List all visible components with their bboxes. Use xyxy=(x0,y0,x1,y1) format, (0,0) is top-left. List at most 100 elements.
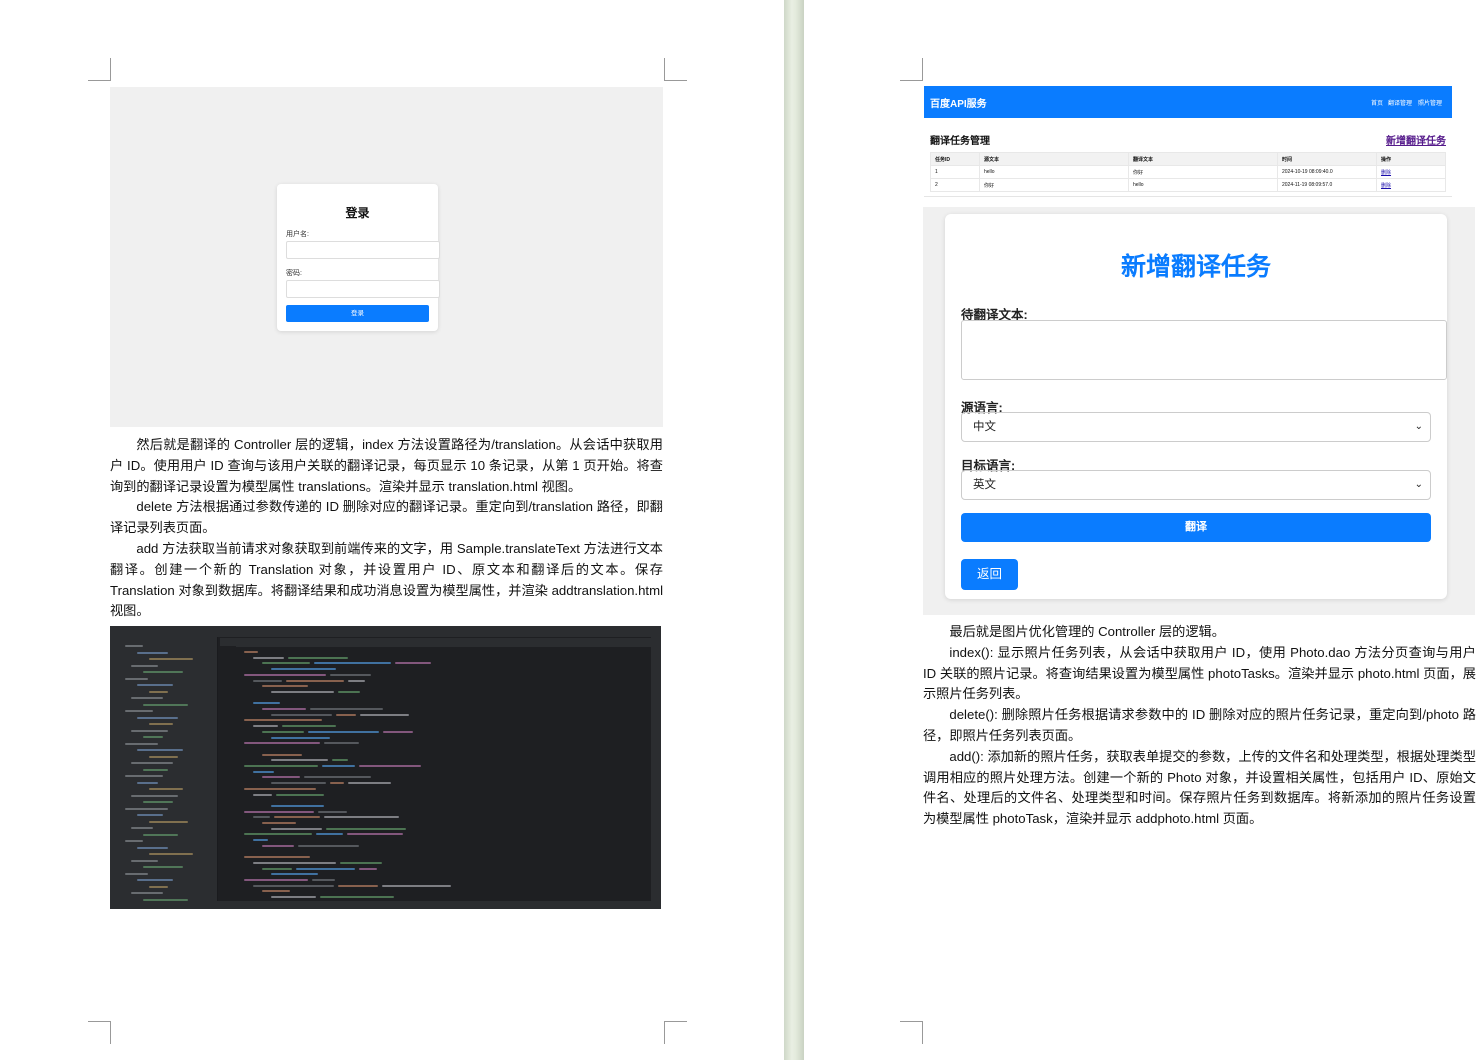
code-line xyxy=(282,725,336,728)
back-button: 返回 xyxy=(961,559,1018,590)
code-line xyxy=(262,867,292,870)
code-line xyxy=(322,765,355,767)
code-line xyxy=(262,776,300,779)
code-line xyxy=(262,890,290,893)
table-cell: hello xyxy=(979,165,1129,179)
table-row: 2 你好 hello 2024-11-19 08:09:57.0 删除 xyxy=(930,178,1446,192)
tree-line xyxy=(137,684,173,686)
tree-line xyxy=(143,801,173,803)
table-cell: 2024-10-19 08:09:40.0 xyxy=(1277,165,1377,179)
paragraph: delete 方法根据通过参数传递的 ID 删除对应的翻译记录。重定向到/tra… xyxy=(110,499,663,536)
paragraph: add(): 添加新的照片任务，获取表单提交的参数，上传的文件名和处理类型，根据… xyxy=(923,748,1476,827)
code-line xyxy=(271,896,316,899)
tree-line xyxy=(137,846,168,849)
code-line xyxy=(276,793,324,796)
code-line xyxy=(271,713,332,716)
tree-line xyxy=(131,794,178,797)
table-cell: 2024-11-19 08:09:57.0 xyxy=(1277,178,1377,192)
target-language-select: 英文 ⌄ xyxy=(961,470,1431,500)
ide-statusbar xyxy=(110,901,661,909)
code-line xyxy=(271,827,322,830)
code-line xyxy=(359,867,377,870)
code-line xyxy=(274,816,320,819)
tree-line xyxy=(149,788,183,790)
code-line xyxy=(271,873,318,876)
code-line xyxy=(316,833,343,836)
code-line xyxy=(324,816,399,819)
code-line xyxy=(395,662,431,665)
code-line xyxy=(312,879,335,881)
tree-line xyxy=(137,814,163,816)
login-screenshot: 登录 用户名: 密码: 登录 xyxy=(110,87,663,427)
code-line xyxy=(324,742,359,745)
code-line xyxy=(271,759,328,762)
crop-mark xyxy=(88,1021,111,1044)
tree-line xyxy=(143,671,183,673)
code-line xyxy=(288,656,348,659)
translation-list-screenshot: 百度API服务 首页 翻译管理 照片管理 翻译任务管理 新增翻译任务 任务ID … xyxy=(924,86,1452,197)
tree-line xyxy=(143,703,188,706)
code-line xyxy=(330,782,344,785)
code-line xyxy=(382,884,451,887)
table-cell: hello xyxy=(1128,178,1278,192)
body-text-left: 然后就是翻译的 Controller 层的逻辑，index 方法设置路径为/tr… xyxy=(110,435,663,622)
tree-line xyxy=(125,677,148,680)
code-line xyxy=(244,833,312,836)
body-text-right: 最后就是图片优化管理的 Controller 层的逻辑。 index(): 显示… xyxy=(923,622,1476,830)
translate-button: 翻译 xyxy=(961,513,1431,542)
tree-line xyxy=(137,716,178,719)
code-line xyxy=(244,810,314,813)
crop-mark xyxy=(900,1021,923,1044)
table-cell: 你好 xyxy=(979,178,1129,192)
code-line xyxy=(253,793,272,796)
add-translation-screenshot: 新增翻译任务 待翻译文本: 源语言: 中文 ⌄ 目标语言: 英文 ⌄ 翻译 返回 xyxy=(923,207,1475,615)
tree-line xyxy=(137,781,158,784)
code-line xyxy=(253,861,336,864)
code-line xyxy=(253,702,280,705)
username-input xyxy=(286,241,440,259)
tree-line xyxy=(125,775,163,777)
code-line xyxy=(286,679,344,682)
delete-link: 删除 xyxy=(1381,182,1392,189)
table-header-row: 任务ID 源文本 翻译文本 时间 操作 xyxy=(930,152,1446,166)
login-button: 登录 xyxy=(286,305,429,322)
code-line xyxy=(348,679,365,682)
code-line xyxy=(330,673,371,676)
code-line xyxy=(253,656,284,659)
code-line xyxy=(348,782,391,785)
ide-toolstrip xyxy=(110,637,119,909)
ide-right-strip xyxy=(651,637,661,909)
ide-project-tree xyxy=(119,637,218,909)
tree-line xyxy=(149,885,168,888)
ide-line-gutter xyxy=(218,646,236,909)
code-line xyxy=(244,651,258,653)
tree-line xyxy=(149,853,193,855)
code-line xyxy=(244,719,322,722)
source-language-value: 中文 xyxy=(973,421,996,433)
code-line xyxy=(253,770,274,773)
code-line xyxy=(244,742,320,745)
column-header: 翻译文本 xyxy=(1128,152,1278,166)
tree-line xyxy=(143,833,178,836)
table-cell: 2 xyxy=(930,178,980,192)
login-card: 登录 用户名: 密码: 登录 xyxy=(277,184,440,331)
password-label: 密码: xyxy=(286,270,302,277)
table-cell: 你好 xyxy=(1128,165,1278,179)
tree-line xyxy=(125,710,153,712)
source-text-input xyxy=(961,320,1447,380)
code-line xyxy=(262,685,308,688)
nav-home: 首页 xyxy=(1371,101,1384,107)
tree-line xyxy=(125,840,143,842)
form-title: 新增翻译任务 xyxy=(1120,253,1271,281)
tree-line xyxy=(131,892,163,894)
crop-mark xyxy=(664,1021,687,1044)
document-page-left: 登录 用户名: 密码: 登录 然后就是翻译的 Controller 层的逻辑，i… xyxy=(0,0,784,1060)
tree-line xyxy=(143,768,168,771)
nav-translation: 翻译管理 xyxy=(1388,101,1413,107)
code-line xyxy=(320,896,394,899)
code-line xyxy=(244,787,316,790)
code-line xyxy=(262,730,304,733)
tree-line xyxy=(137,879,173,881)
navbar: 百度API服务 首页 翻译管理 照片管理 xyxy=(924,86,1452,118)
column-header: 操作 xyxy=(1376,152,1446,166)
